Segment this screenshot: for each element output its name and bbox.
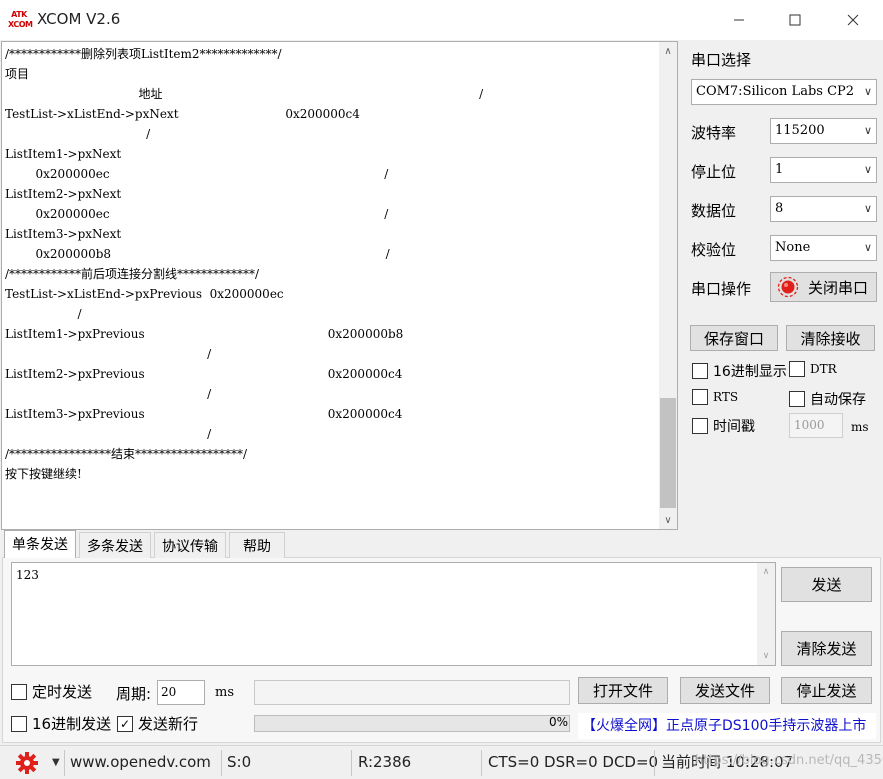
receive-line: /************前后项连接分割线*************/ <box>5 267 260 281</box>
receive-line: / <box>5 127 151 141</box>
dtr-checkbox[interactable]: DTR <box>789 361 837 377</box>
scroll-up-icon[interactable]: ∧ <box>757 563 775 581</box>
hex-send-checkbox[interactable]: 16进制发送 <box>11 713 111 734</box>
receive-line: / <box>5 387 212 401</box>
port-select-label: 串口选择 <box>691 51 752 69</box>
auto-save-checkbox[interactable]: 自动保存 <box>789 389 866 409</box>
save-window-button[interactable]: 保存窗口 <box>690 325 778 351</box>
stop-send-button[interactable]: 停止发送 <box>781 677 872 704</box>
tab-protocol[interactable]: 协议传输 <box>154 532 226 558</box>
receive-line: TestList->xListEnd->pxPrevious 0x200000e… <box>5 287 284 301</box>
send-newline-checkbox[interactable]: ✓ 发送新行 <box>117 713 198 734</box>
timestamp-checkbox[interactable]: 时间戳 <box>692 416 755 436</box>
rts-checkbox[interactable]: RTS <box>692 389 738 405</box>
port-status-icon <box>777 276 799 298</box>
send-progress-bar <box>254 715 570 732</box>
close-port-button[interactable]: 关闭串口 <box>770 272 877 302</box>
window-title: XCOM V2.6 <box>37 10 121 28</box>
receive-scrollbar[interactable]: ∧ ∨ <box>659 42 677 529</box>
parity-select[interactable]: None ∨ <box>770 235 877 261</box>
baud-rate-select[interactable]: 115200 ∨ <box>770 118 877 144</box>
scroll-down-icon[interactable]: ∨ <box>757 647 775 665</box>
receive-line: ListItem1->pxPrevious 0x200000b8 <box>5 327 404 341</box>
parity-label: 校验位 <box>691 241 737 259</box>
tab-multi-send[interactable]: 多条发送 <box>79 532 151 558</box>
receive-line: 按下按键继续! <box>5 467 82 481</box>
receive-line: TestList->xListEnd->pxNext 0x200000c4 <box>5 107 360 121</box>
receive-line: ListItem2->pxPrevious 0x200000c4 <box>5 367 403 381</box>
chevron-down-icon: ∨ <box>863 163 872 176</box>
menu-dropdown-icon[interactable]: ▼ <box>52 746 60 779</box>
settings-button[interactable] <box>16 746 40 779</box>
open-file-button[interactable]: 打开文件 <box>578 677 668 704</box>
receive-line: / <box>5 347 212 361</box>
port-select[interactable]: COM7:Silicon Labs CP2 ∨ <box>691 79 877 105</box>
progress-percent: 0% <box>549 715 569 729</box>
data-bits-select[interactable]: 8 ∨ <box>770 196 877 222</box>
atk-logo: ATK XCOM <box>8 9 33 31</box>
line-status: CTS=0 DSR=0 DCD=0 <box>488 753 659 771</box>
website-link[interactable]: www.openedv.com <box>70 746 211 779</box>
maximize-icon <box>789 14 801 26</box>
timestamp-unit: ms <box>851 420 869 434</box>
minimize-button[interactable] <box>710 0 768 40</box>
data-bits-label: 数据位 <box>691 202 737 220</box>
receive-line: /*****************结束******************/ <box>5 447 248 461</box>
port-op-label: 串口操作 <box>691 280 752 298</box>
chevron-down-icon: ∨ <box>863 241 872 254</box>
clear-send-button[interactable]: 清除发送 <box>781 631 872 666</box>
ad-banner[interactable]: 【火爆全网】正点原子DS100手持示波器上市 <box>578 713 876 739</box>
timed-send-checkbox[interactable]: 定时发送 <box>11 681 92 702</box>
period-label: 周期: <box>116 685 152 703</box>
send-textarea[interactable]: 123 ∧ ∨ <box>11 562 776 666</box>
check-icon: ✓ <box>117 715 133 732</box>
receive-line: ListItem3->pxPrevious 0x200000c4 <box>5 407 403 421</box>
scroll-down-icon[interactable]: ∨ <box>659 511 677 529</box>
minimize-icon <box>734 19 744 21</box>
period-input[interactable]: 20 <box>157 680 205 705</box>
receive-line: / <box>5 427 212 441</box>
watermark: https://blog.csdn.net/qq_43509546 <box>695 753 883 768</box>
scroll-thumb[interactable] <box>660 398 676 508</box>
receive-line: / <box>5 307 82 321</box>
scroll-up-icon[interactable]: ∧ <box>659 42 677 60</box>
send-button[interactable]: 发送 <box>781 567 872 602</box>
send-file-button[interactable]: 发送文件 <box>680 677 770 704</box>
tab-single-send[interactable]: 单条发送 <box>4 530 76 558</box>
send-scrollbar[interactable]: ∧ ∨ <box>757 563 775 665</box>
receive-line: 0x200000ec / <box>5 167 389 181</box>
receive-line: ListItem2->pxNext <box>5 187 122 201</box>
gear-icon <box>16 752 38 774</box>
receive-text: /************删除列表项ListItem2*************… <box>5 44 483 484</box>
chevron-down-icon: ∨ <box>863 124 872 137</box>
received-count[interactable]: R:2386 <box>358 746 411 779</box>
chevron-down-icon: ∨ <box>863 202 872 215</box>
tab-help[interactable]: 帮助 <box>229 532 285 558</box>
maximize-button[interactable] <box>766 0 824 40</box>
period-unit: ms <box>215 685 234 700</box>
stop-bits-select[interactable]: 1 ∨ <box>770 157 877 183</box>
receive-line: 地址 / <box>5 87 484 101</box>
close-button[interactable] <box>824 0 882 40</box>
close-icon <box>847 14 859 26</box>
receive-textarea[interactable]: /************删除列表项ListItem2*************… <box>1 41 678 530</box>
receive-line: ListItem1->pxNext <box>5 147 122 161</box>
file-path-field[interactable] <box>254 680 570 705</box>
title-bar: ATK XCOM XCOM V2.6 <box>0 0 883 40</box>
receive-line: ListItem3->pxNext <box>5 227 122 241</box>
chevron-down-icon: ∨ <box>863 85 872 98</box>
receive-line: 项目 <box>5 67 30 81</box>
baud-rate-label: 波特率 <box>691 124 737 142</box>
receive-line: 0x200000b8 / <box>5 247 390 261</box>
clear-receive-button[interactable]: 清除接收 <box>786 325 875 351</box>
receive-line: 0x200000ec / <box>5 207 389 221</box>
hex-display-checkbox[interactable]: 16进制显示 <box>692 361 787 381</box>
stop-bits-label: 停止位 <box>691 163 737 181</box>
receive-line: /************删除列表项ListItem2*************… <box>5 47 282 61</box>
timestamp-input[interactable]: 1000 <box>789 413 843 438</box>
sent-count: S:0 <box>227 753 252 771</box>
